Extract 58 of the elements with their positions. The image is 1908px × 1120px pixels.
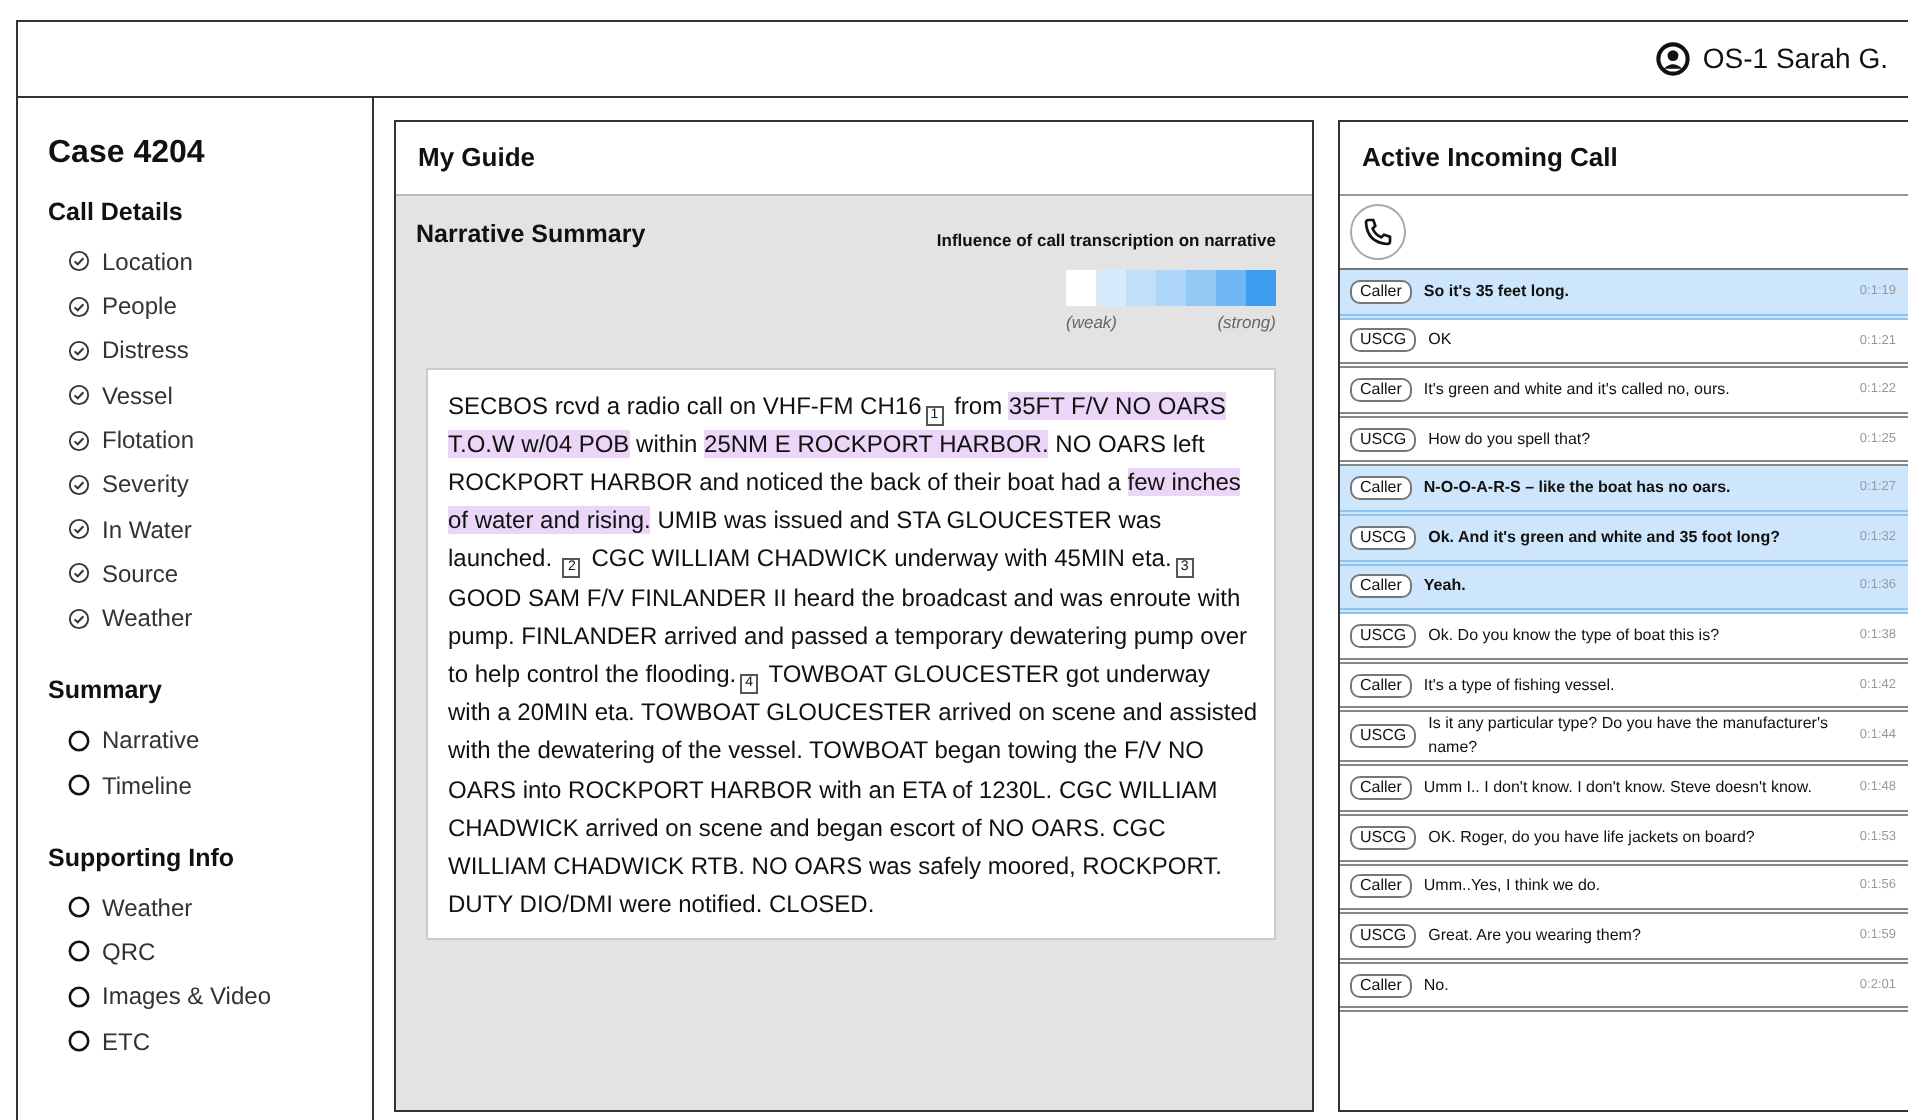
sidebar-item[interactable]: Timeline <box>102 767 192 804</box>
sidebar-item[interactable]: In Water <box>102 511 192 548</box>
section-title: Call Details <box>48 196 185 230</box>
sidebar-item[interactable]: Images & Video <box>102 978 271 1015</box>
speaker-tag: USCG <box>1350 923 1417 948</box>
legend-title: Influence of call transcription on narrative <box>936 228 1276 254</box>
transcript-text: Is it any particular type? Do you have the manufacturer's name? <box>1428 712 1830 761</box>
speaker-tag: USCG <box>1350 427 1417 452</box>
user-name: OS-1 Sarah G. <box>1702 40 1888 78</box>
transcript-text: How do you spell that? <box>1428 427 1593 452</box>
sidebar-item[interactable]: Severity <box>102 466 189 503</box>
sidebar-item[interactable]: QRC <box>102 933 156 970</box>
speaker-tag: Caller <box>1350 279 1412 304</box>
transcript-text: Umm I.. I don't know. I don't know. Steve doesn't know. <box>1423 776 1814 801</box>
transcript-text: N-O-O-A-R-S – like the boat has no oars. <box>1423 476 1733 501</box>
speaker-tag: Caller <box>1350 476 1412 501</box>
transcript-text: It's green and white and it's called no, ours. <box>1423 377 1732 402</box>
sidebar-item[interactable]: Distress <box>102 332 189 369</box>
transcript-text: OK. Roger, do you have life jackets on board? <box>1428 825 1757 850</box>
section-title: Narrative Summary <box>416 218 646 252</box>
transcript-text: Umm..Yes, I think we do. <box>1423 874 1603 899</box>
sidebar-item[interactable]: Vessel <box>102 377 173 414</box>
speaker-tag: USCG <box>1350 525 1417 550</box>
phone-icon <box>1362 216 1394 248</box>
case-title: Case 4204 <box>48 134 207 174</box>
speaker-tag: USCG <box>1350 328 1417 353</box>
legend-label: (strong) <box>1217 309 1276 335</box>
user-icon <box>1656 42 1691 76</box>
sidebar-item[interactable]: Location <box>102 243 193 280</box>
transcript-text: No. <box>1423 973 1451 998</box>
speaker-tag: Caller <box>1350 673 1412 698</box>
speaker-tag: USCG <box>1350 623 1417 648</box>
sidebar-item[interactable]: People <box>102 288 177 325</box>
sidebar-item[interactable]: Weather <box>102 889 193 926</box>
speaker-tag: Caller <box>1350 973 1412 998</box>
speaker-tag: USCG <box>1350 825 1417 850</box>
sidebar-item[interactable]: ETC <box>102 1023 150 1060</box>
transcript-text: It's a type of fishing vessel. <box>1423 673 1617 698</box>
speaker-tag: Caller <box>1350 574 1412 599</box>
section-title: Summary <box>48 674 164 709</box>
speaker-tag: Caller <box>1350 874 1412 899</box>
transcript-text: So it's 35 feet long. <box>1423 279 1571 304</box>
section-title: Supporting Info <box>48 841 237 876</box>
phone-button[interactable] <box>1350 204 1406 260</box>
transcript-text: Yeah. <box>1423 574 1468 599</box>
speaker-tag: Caller <box>1350 776 1412 801</box>
transcript-text: Great. Are you wearing them? <box>1428 923 1643 948</box>
sidebar-item[interactable]: Narrative <box>102 722 200 759</box>
speaker-tag: USCG <box>1350 724 1417 749</box>
sidebar-item[interactable]: Source <box>102 555 179 592</box>
speaker-tag: Caller <box>1350 377 1412 402</box>
legend-label: (weak) <box>1066 309 1118 335</box>
panel-title: Active Incoming Call <box>1340 122 1908 196</box>
sidebar-item[interactable]: Weather <box>102 600 193 637</box>
transcript-text: Ok. And it's green and white and 35 foot long? <box>1428 525 1782 550</box>
transcript-text: Ok. Do you know the type of boat this is? <box>1428 623 1722 648</box>
sidebar-item[interactable]: Flotation <box>102 422 195 459</box>
transcript-text: OK <box>1428 328 1454 353</box>
